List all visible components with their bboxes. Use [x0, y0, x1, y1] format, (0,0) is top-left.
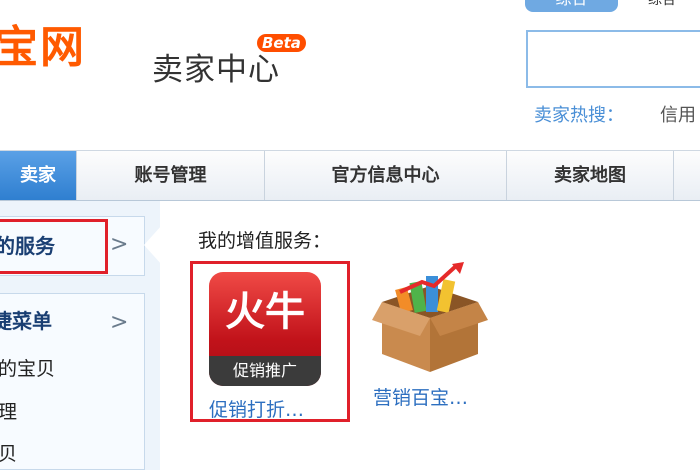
beta-badge: Beta	[257, 34, 306, 52]
chevron-right-icon[interactable]: >	[110, 310, 128, 336]
sidebar-item-my-services[interactable]: 的服务	[0, 219, 108, 274]
seller-center-title: 卖家中心	[152, 52, 280, 88]
chevron-right-icon[interactable]: >	[110, 232, 128, 258]
huoniu-icon-band: 促销推广	[209, 356, 321, 386]
hot-search-label: 卖家热搜：	[534, 105, 624, 126]
huoniu-promotion-icon[interactable]: 火牛 促销推广	[209, 272, 321, 386]
nav-tab-more[interactable]	[674, 151, 700, 200]
nav-tab-account-management[interactable]: 账号管理	[77, 151, 265, 200]
huoniu-icon-text: 火牛	[225, 289, 305, 335]
marketing-box-icon[interactable]	[372, 262, 488, 374]
search-tab[interactable]: 综合	[525, 0, 618, 12]
nav-tab-seller[interactable]: 卖家	[0, 151, 77, 200]
taobao-logo[interactable]: 宝网	[0, 20, 86, 76]
service-link-marketing[interactable]: 营销百宝…	[373, 386, 468, 410]
sidebar-link[interactable]: 理	[0, 400, 17, 424]
nav-tab-seller-map[interactable]: 卖家地图	[507, 151, 674, 200]
hot-search-item[interactable]: 信用	[660, 104, 696, 128]
nav-tab-official-info-center[interactable]: 官方信息中心	[265, 151, 507, 200]
search-input[interactable]	[526, 30, 700, 88]
sidebar-link[interactable]: 的宝贝	[0, 357, 55, 381]
value-added-services-title: 我的增值服务：	[198, 230, 332, 252]
main-nav: 卖家 账号管理 官方信息中心 卖家地图	[0, 150, 700, 201]
top-right-link[interactable]: 综合	[648, 0, 676, 8]
service-link-promotion[interactable]: 促销打折…	[209, 398, 304, 422]
sidebar-quick-menu-title[interactable]: 捷菜单	[0, 307, 52, 335]
sidebar-link[interactable]: 贝	[0, 442, 17, 466]
